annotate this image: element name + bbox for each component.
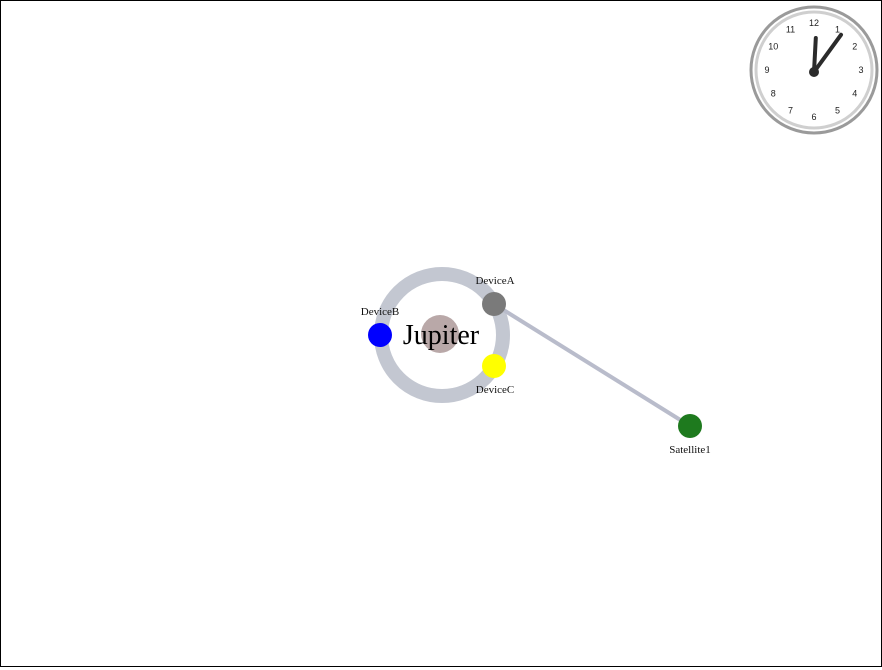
- clock-number: 8: [771, 89, 776, 99]
- clock-number: 7: [788, 106, 793, 116]
- clock-number: 10: [768, 42, 778, 52]
- satellite-1-label: Satellite1: [669, 444, 711, 456]
- clock-number: 5: [835, 106, 840, 116]
- device-c-node[interactable]: [482, 354, 506, 378]
- clock-widget: 121234567891011: [749, 5, 879, 135]
- clock-number: 3: [858, 65, 863, 75]
- clock-number: 9: [764, 65, 769, 75]
- clock-number: 12: [809, 18, 819, 28]
- clock-number: 1: [835, 24, 840, 34]
- device-a-node[interactable]: [482, 292, 506, 316]
- clock-number: 4: [852, 89, 857, 99]
- clock-number: 6: [811, 112, 816, 122]
- device-c-label: DeviceC: [476, 384, 514, 396]
- satellite-1-node[interactable]: [678, 414, 702, 438]
- clock-number: 2: [852, 42, 857, 52]
- device-b-node[interactable]: [368, 323, 392, 347]
- simulation-canvas: Jupiter DeviceA DeviceB DeviceC Satellit…: [0, 0, 882, 667]
- clock-number: 11: [786, 24, 795, 34]
- device-a-label: DeviceA: [475, 275, 514, 287]
- device-b-label: DeviceB: [361, 306, 399, 318]
- clock-center-pin: [809, 67, 819, 77]
- planet-label: Jupiter: [403, 320, 480, 351]
